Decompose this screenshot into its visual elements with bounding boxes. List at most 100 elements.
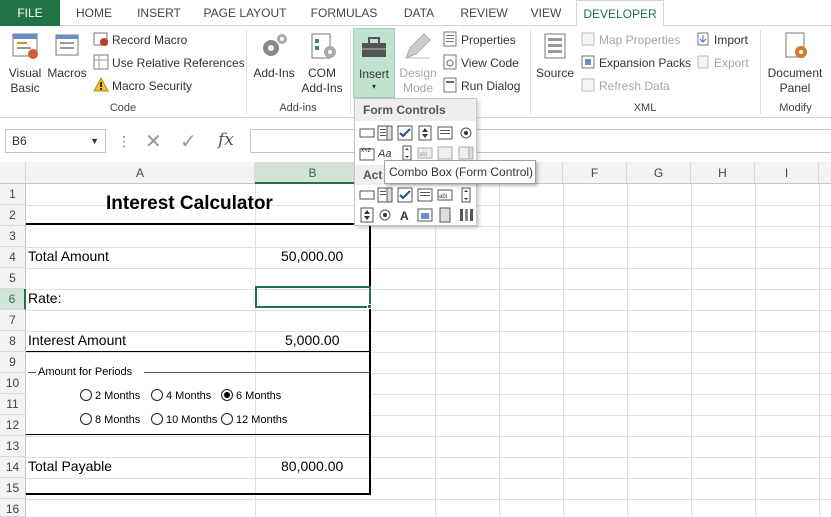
tab-view[interactable]: VIEW — [520, 0, 572, 26]
activex-button-icon[interactable] — [359, 187, 375, 203]
view-code-icon — [442, 54, 458, 70]
document-panel-button[interactable]: Document Panel — [762, 28, 828, 96]
activex-option-button-icon[interactable] — [377, 207, 393, 223]
activex-list-box-icon[interactable] — [417, 187, 433, 203]
activex-toggle-button-icon[interactable] — [437, 207, 453, 223]
row-header-4[interactable]: 4 — [0, 247, 26, 268]
fill-handle[interactable] — [367, 304, 372, 309]
macros-label: Macros — [47, 66, 87, 80]
chevron-down-icon[interactable]: ▼ — [90, 130, 99, 152]
refresh-data-button[interactable]: Refresh Data — [580, 76, 670, 96]
tab-review[interactable]: REVIEW — [450, 0, 518, 26]
insert-function-icon[interactable]: fx — [218, 130, 234, 150]
column-header-f[interactable]: F — [563, 162, 627, 184]
combo-dropdown-edit-control-icon[interactable] — [458, 145, 474, 161]
tab-page-layout[interactable]: PAGE LAYOUT — [192, 0, 298, 26]
group-box-line — [28, 372, 36, 373]
selected-cell-b6[interactable] — [255, 286, 371, 308]
list-box-control-icon[interactable] — [437, 125, 453, 141]
option-2-months[interactable]: 2 Months — [80, 389, 140, 402]
record-macro-button[interactable]: Record Macro — [93, 30, 187, 50]
activex-spin-button-icon[interactable] — [359, 207, 375, 223]
activex-image-icon[interactable] — [417, 207, 433, 223]
relative-references-button[interactable]: Use Relative References — [93, 53, 245, 73]
activex-combo-box-icon[interactable] — [377, 187, 393, 203]
insert-controls-button[interactable]: Insert ▾ — [353, 28, 395, 98]
macro-security-button[interactable]: Macro Security — [93, 76, 192, 96]
row-header-16[interactable]: 16 — [0, 499, 26, 517]
import-button[interactable]: Import — [695, 30, 748, 50]
map-properties-button[interactable]: Map Properties — [580, 30, 680, 50]
radio-icon — [80, 389, 92, 401]
row-header-8[interactable]: 8 — [0, 331, 26, 352]
column-header-j[interactable] — [819, 162, 831, 184]
tab-formulas[interactable]: FORMULAS — [300, 0, 388, 26]
combo-box-control-icon[interactable] — [377, 125, 393, 141]
import-icon — [695, 31, 711, 47]
label-control-icon[interactable]: Aa — [377, 145, 393, 161]
row-header-10[interactable]: 10 — [0, 373, 26, 394]
row-header-14[interactable]: 14 — [0, 457, 26, 478]
combo-list-edit-control-icon[interactable] — [437, 145, 453, 161]
expansion-packs-button[interactable]: Expansion Packs — [580, 53, 691, 73]
option-12-months[interactable]: 12 Months — [221, 413, 287, 426]
select-all-corner[interactable] — [0, 162, 26, 184]
xml-source-button[interactable]: Source — [533, 28, 577, 81]
row-header-12[interactable]: 12 — [0, 415, 26, 436]
spin-button-control-icon[interactable] — [417, 125, 433, 141]
tab-file[interactable]: FILE — [0, 0, 60, 26]
row-header-13[interactable]: 13 — [0, 436, 26, 457]
tab-developer[interactable]: DEVELOPER — [576, 0, 664, 27]
visual-basic-button[interactable]: Visual Basic — [4, 28, 46, 96]
row-header-3[interactable]: 3 — [0, 226, 26, 247]
enter-icon[interactable]: ✓ — [180, 129, 197, 154]
gear-icon — [258, 30, 290, 62]
export-button[interactable]: Export — [695, 53, 749, 73]
column-header-g[interactable]: G — [627, 162, 691, 184]
view-code-button[interactable]: View Code — [442, 53, 519, 73]
activex-text-box-icon[interactable]: abl — [437, 187, 453, 203]
activex-scroll-bar-icon[interactable] — [458, 187, 474, 203]
column-header-h[interactable]: H — [691, 162, 755, 184]
group-box-control-icon[interactable]: XYZ — [359, 145, 375, 161]
tab-data[interactable]: DATA — [390, 0, 448, 26]
text-field-control-icon[interactable]: abl — [417, 145, 433, 161]
more-options-icon[interactable]: ⋮ — [117, 133, 131, 150]
row-header-15[interactable]: 15 — [0, 478, 26, 499]
option-button-control-icon[interactable] — [458, 125, 474, 141]
option-6-months[interactable]: 6 Months — [221, 389, 281, 402]
column-header-a[interactable]: A — [26, 162, 255, 184]
row-header-7[interactable]: 7 — [0, 310, 26, 331]
formula-input[interactable] — [250, 129, 831, 153]
option-8-months[interactable]: 8 Months — [80, 413, 140, 426]
name-box[interactable]: B6 ▼ — [5, 129, 106, 153]
design-mode-button[interactable]: Design Mode — [397, 28, 439, 96]
button-control-icon[interactable] — [359, 125, 375, 141]
column-header-i[interactable]: I — [755, 162, 819, 184]
addins-button[interactable]: Add-Ins — [250, 28, 298, 81]
row-header-2[interactable]: 2 — [0, 205, 26, 226]
run-dialog-button[interactable]: Run Dialog — [442, 76, 520, 96]
checkbox-control-icon[interactable] — [397, 125, 413, 141]
option-4-months[interactable]: 4 Months — [151, 389, 211, 402]
tab-home[interactable]: HOME — [62, 0, 126, 26]
row-header-6[interactable]: 6 — [0, 289, 26, 310]
total-payable-value: 80,000.00 — [281, 458, 344, 474]
macros-button[interactable]: Macros — [46, 28, 88, 81]
row-header-11[interactable]: 11 — [0, 394, 26, 415]
com-addins-button[interactable]: COM Add-Ins — [300, 28, 344, 96]
gridline — [755, 184, 756, 517]
cancel-icon[interactable]: ✕ — [145, 129, 162, 154]
tab-insert[interactable]: INSERT — [128, 0, 190, 26]
row-header-5[interactable]: 5 — [0, 268, 26, 289]
row-header-9[interactable]: 9 — [0, 352, 26, 373]
border-line — [369, 223, 371, 495]
activex-label-icon[interactable]: A — [397, 207, 413, 223]
properties-button[interactable]: Properties — [442, 30, 516, 50]
activex-checkbox-icon[interactable] — [397, 187, 413, 203]
border-line — [26, 223, 371, 225]
scroll-bar-control-icon[interactable] — [399, 145, 415, 161]
more-controls-icon[interactable] — [458, 207, 474, 223]
row-header-1[interactable]: 1 — [0, 184, 26, 205]
option-10-months[interactable]: 10 Months — [151, 413, 217, 426]
